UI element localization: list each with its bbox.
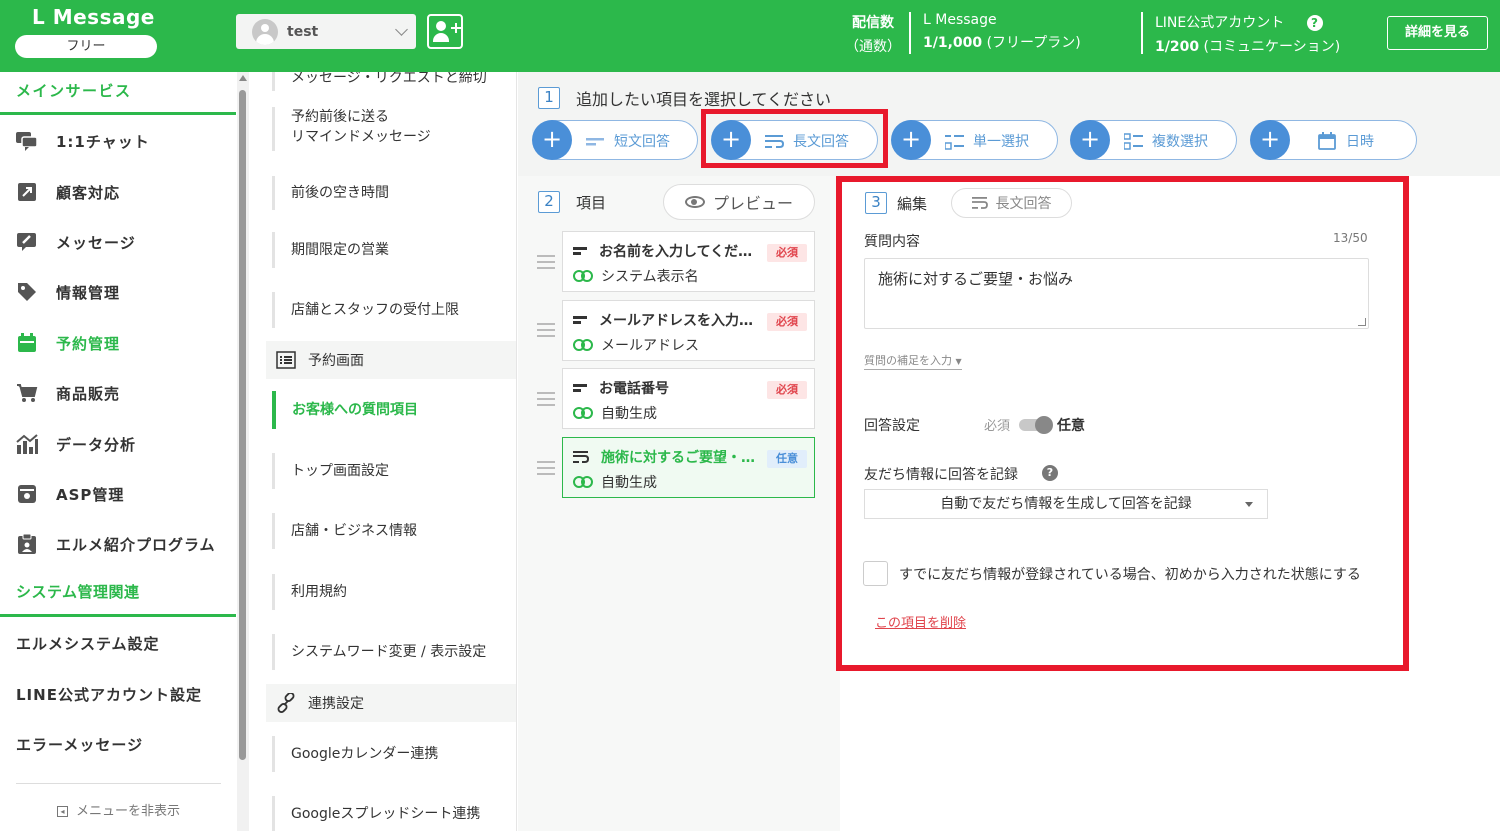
plus-icon: + [891, 120, 931, 160]
tag-icon [14, 279, 40, 305]
add-user-icon [436, 21, 446, 31]
add-short-text-button[interactable]: + 短文回答 [532, 120, 698, 160]
sidebar-item-system-settings[interactable]: エルメシステム設定 [16, 633, 160, 654]
app-logo[interactable]: L Message [32, 5, 155, 29]
subnav-item-reminder[interactable]: 予約前後に送る リマインドメッセージ [272, 107, 512, 151]
collapse-icon: ◂ [56, 806, 68, 817]
add-user-button[interactable] [427, 14, 463, 49]
step2-heading: 2 項目 [538, 191, 606, 213]
plus-icon: + [1070, 120, 1110, 160]
message-edit-icon [14, 229, 40, 255]
long-text-icon [573, 451, 589, 463]
external-link-icon [14, 179, 40, 205]
drag-handle[interactable] [537, 461, 555, 475]
question-card[interactable]: お名前を入力してくだ… システム表示名 必須 [562, 231, 815, 292]
link-icon [276, 693, 296, 713]
single-select-icon [945, 135, 964, 150]
list-icon [276, 351, 296, 369]
optional-badge: 任意 [767, 450, 807, 468]
subnav-item-system-words[interactable]: システムワード変更 / 表示設定 [272, 634, 512, 670]
sidebar-item-message[interactable]: メッセージ [0, 222, 236, 262]
avatar [252, 18, 278, 45]
short-text-icon [573, 383, 587, 393]
subnav-item-limited-hours[interactable]: 期間限定の営業 [272, 232, 512, 268]
required-badge: 必須 [767, 381, 807, 399]
required-badge: 必須 [767, 244, 807, 262]
subnav-group-booking-screen: 予約画面 [266, 341, 516, 379]
sidebar-scrollbar[interactable] [237, 72, 249, 831]
preview-button[interactable]: プレビュー [663, 184, 815, 220]
section-system: システム管理関連 [16, 583, 140, 601]
clipboard-icon [14, 531, 40, 557]
plus-icon: + [532, 120, 572, 160]
plan-badge: フリー [15, 35, 157, 58]
top-bar: L Message フリー test 配信数 （通数） L Message 1/… [0, 0, 1500, 72]
step1-heading: 1 追加したい項目を選択してください [538, 86, 831, 110]
subnav-item-message-request[interactable]: メッセージ・リクエストと締切 [272, 72, 512, 91]
highlight-long-text-button [701, 109, 888, 168]
subnav-item-terms[interactable]: 利用規約 [272, 574, 512, 610]
multi-select-icon [1124, 133, 1143, 150]
short-text-icon [586, 138, 604, 146]
question-card[interactable]: お電話番号 自動生成 必須 [562, 368, 815, 429]
question-card-selected[interactable]: 施術に対するご要望・… 自動生成 任意 [562, 437, 815, 498]
section-main-services: メインサービス [16, 82, 132, 100]
link-icon [573, 270, 593, 282]
question-card[interactable]: メールアドレスを入力… メールアドレス 必須 [562, 300, 815, 361]
subnav-item-google-sheets[interactable]: Googleスプレッドシート連携 [272, 796, 512, 831]
subnav-item-business-info[interactable]: 店舗・ビジネス情報 [272, 513, 512, 549]
subnav-group-integrations: 連携設定 [266, 684, 516, 722]
add-datetime-button[interactable]: + 日時 [1250, 120, 1417, 160]
cart-icon [14, 380, 40, 406]
line-account-usage: LINE公式アカウント ? 1/200 (コミュニケーション) [1155, 15, 1341, 55]
delivery-count-label: 配信数 （通数） [845, 15, 901, 55]
sidebar-item-analytics[interactable]: データ分析 [0, 424, 236, 464]
subnav-item-customer-questions[interactable]: お客様への質問項目 [272, 391, 512, 429]
chat-icon [14, 128, 40, 154]
highlight-edit-panel [836, 176, 1409, 671]
sidebar: メインサービス 1:1チャット 顧客対応 メッセージ 情報管理 予約管理 商品販… [0, 72, 236, 831]
sidebar-item-asp[interactable]: ASP管理 [0, 474, 236, 514]
sidebar-item-error-messages[interactable]: エラーメッセージ [16, 734, 143, 755]
drag-handle[interactable] [537, 255, 555, 269]
subnav-item-buffer-time[interactable]: 前後の空き時間 [272, 176, 512, 210]
short-text-icon [573, 246, 587, 256]
bar-chart-icon [14, 431, 40, 457]
asp-icon [14, 481, 40, 507]
subnav-item-google-calendar[interactable]: Googleカレンダー連携 [272, 736, 512, 772]
sidebar-item-line-settings[interactable]: LINE公式アカウント設定 [16, 684, 202, 705]
subnav-item-capacity[interactable]: 店舗とスタッフの受付上限 [272, 292, 512, 328]
account-selector[interactable]: test [236, 14, 416, 49]
sidebar-item-info[interactable]: 情報管理 [0, 272, 236, 312]
plus-icon: + [1250, 120, 1290, 160]
eye-icon [684, 196, 705, 208]
drag-handle[interactable] [537, 392, 555, 406]
view-details-button[interactable]: 詳細を見る [1387, 16, 1488, 50]
link-icon [573, 339, 593, 351]
help-icon[interactable]: ? [1306, 15, 1323, 31]
calendar-icon [14, 330, 40, 356]
short-text-icon [573, 315, 587, 325]
lmessage-usage: L Message 1/1,000 (フリープラン) [923, 12, 1081, 51]
reservation-subnav: メッセージ・リクエストと締切 予約前後に送る リマインドメッセージ 前後の空き時間… [250, 72, 517, 831]
sidebar-item-sales[interactable]: 商品販売 [0, 373, 236, 413]
calendar-icon [1318, 132, 1336, 150]
hide-menu-button[interactable]: ◂ メニューを非表示 [16, 783, 221, 819]
link-icon [573, 476, 593, 488]
chevron-down-icon [395, 22, 408, 36]
sidebar-item-customer[interactable]: 顧客対応 [0, 172, 236, 212]
sidebar-item-referral[interactable]: エルメ紹介プログラム [0, 524, 236, 564]
account-name: test [287, 23, 319, 40]
sidebar-item-chat[interactable]: 1:1チャット [0, 121, 236, 161]
required-badge: 必須 [767, 313, 807, 331]
drag-handle[interactable] [537, 323, 555, 337]
add-single-select-button[interactable]: + 単一選択 [891, 120, 1058, 160]
sidebar-item-reservation[interactable]: 予約管理 [0, 323, 236, 363]
link-icon [573, 407, 593, 419]
step-number: 1 [538, 87, 560, 109]
add-multi-select-button[interactable]: + 複数選択 [1070, 120, 1237, 160]
subnav-item-top-screen[interactable]: トップ画面設定 [272, 453, 512, 489]
